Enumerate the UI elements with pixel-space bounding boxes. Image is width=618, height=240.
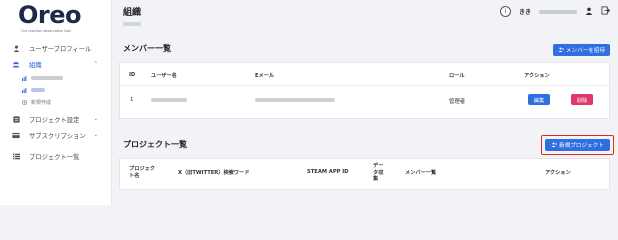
sidebar-item-label: プロジェクト一覧	[29, 153, 80, 161]
sidebar-item-project-list[interactable]: プロジェクト一覧	[0, 148, 112, 164]
sidebar-item-subscription[interactable]: サブスクリプション ⌄	[0, 127, 112, 143]
col-role: ロール	[449, 73, 465, 79]
org-name-redacted	[31, 76, 63, 80]
projects-section-title: プロジェクト一覧	[123, 140, 187, 149]
col-id: ID	[129, 72, 136, 78]
chevron-down-icon[interactable]: ⌄	[94, 116, 98, 122]
account-icon[interactable]	[585, 7, 593, 17]
email-redacted	[255, 98, 335, 102]
org-icon	[22, 75, 27, 81]
group-icon	[12, 60, 20, 68]
org-id-redacted	[123, 22, 141, 26]
main-content: 組織 i きき メンバー一覧 メンバーを招待 ID ユーザー名 Eメール ロール…	[112, 0, 618, 205]
col-action: アクション	[524, 73, 550, 79]
subscription-icon	[12, 131, 20, 139]
sidebar-item-label: サブスクリプション	[29, 132, 86, 140]
col-member-list: メンバー一覧	[405, 170, 437, 176]
member-role: 管理者	[449, 99, 466, 105]
col-username: ユーザー名	[151, 73, 177, 79]
members-section-title: メンバー一覧	[123, 44, 171, 53]
chevron-down-icon[interactable]: ⌄	[94, 132, 98, 138]
sidebar-item-user-profile[interactable]: ユーザープロフィール	[0, 40, 112, 56]
delete-button[interactable]: 削除	[571, 94, 593, 105]
col-email: Eメール	[255, 73, 275, 79]
person-icon	[12, 44, 20, 52]
sidebar-item-organization[interactable]: 組織 ⌃	[0, 56, 112, 72]
org-name-redacted	[31, 88, 45, 92]
sidebar-item-label: プロジェクト設定	[29, 116, 80, 124]
user-initials: きき	[518, 9, 531, 16]
invite-member-label: メンバーを招待	[565, 48, 606, 54]
add-person-icon	[551, 142, 558, 149]
col-data-collection: データ収集	[373, 163, 384, 182]
sidebar-item-label: 組織	[29, 61, 42, 69]
add-person-icon	[558, 47, 564, 54]
member-id: 1	[130, 97, 134, 103]
header-divider	[120, 85, 609, 86]
projects-table: プロジェクト名 X（旧TWITTER）検索ワード STEAM APP ID デー…	[119, 158, 610, 190]
logo[interactable]: Oreo Our reaction observation tool	[18, 1, 96, 33]
new-project-label: 新規プロジェクト	[559, 143, 604, 149]
topbar: i きき	[499, 6, 611, 17]
user-name-redacted	[539, 9, 577, 14]
sidebar-subitem-org-2[interactable]	[0, 84, 112, 96]
new-project-button[interactable]: 新規プロジェクト	[545, 139, 610, 151]
logo-text: Oreo	[18, 1, 82, 29]
username-redacted	[151, 98, 187, 102]
col-x-search-word: X（旧TWITTER）検索ワード	[178, 170, 250, 176]
page-title: 組織	[123, 8, 142, 18]
invite-member-button[interactable]: メンバーを招待	[553, 44, 610, 56]
members-table: ID ユーザー名 Eメール ロール アクション 1 管理者 編集 削除	[119, 62, 610, 119]
org-icon	[22, 87, 27, 93]
col-project-name: プロジェクト名	[129, 166, 155, 179]
list-icon	[12, 152, 20, 160]
sidebar-subitem-org-1[interactable]	[0, 72, 112, 84]
sidebar-subitem-label: 新規作成	[31, 99, 52, 106]
logout-icon[interactable]	[601, 6, 611, 17]
col-steam-app-id: STEAM APP ID	[307, 169, 349, 175]
edit-button[interactable]: 編集	[528, 94, 550, 105]
sidebar-nav: ユーザープロフィール 組織 ⌃ 新規作成 プロジェクト設定 ⌄ サブスクリプショ…	[0, 40, 112, 164]
settings-box-icon	[12, 115, 20, 123]
logo-tagline: Our reaction observation tool	[21, 29, 71, 33]
plus-circle-icon	[22, 99, 27, 105]
sidebar-item-label: ユーザープロフィール	[29, 45, 92, 53]
sidebar-item-project-settings[interactable]: プロジェクト設定 ⌄	[0, 111, 112, 127]
sidebar-subitem-new[interactable]: 新規作成	[0, 96, 112, 108]
col-project-action: アクション	[545, 170, 571, 176]
chevron-up-icon[interactable]: ⌃	[94, 61, 98, 67]
info-icon[interactable]: i	[499, 6, 511, 17]
sidebar: Oreo Our reaction observation tool ユーザープ…	[0, 0, 112, 205]
